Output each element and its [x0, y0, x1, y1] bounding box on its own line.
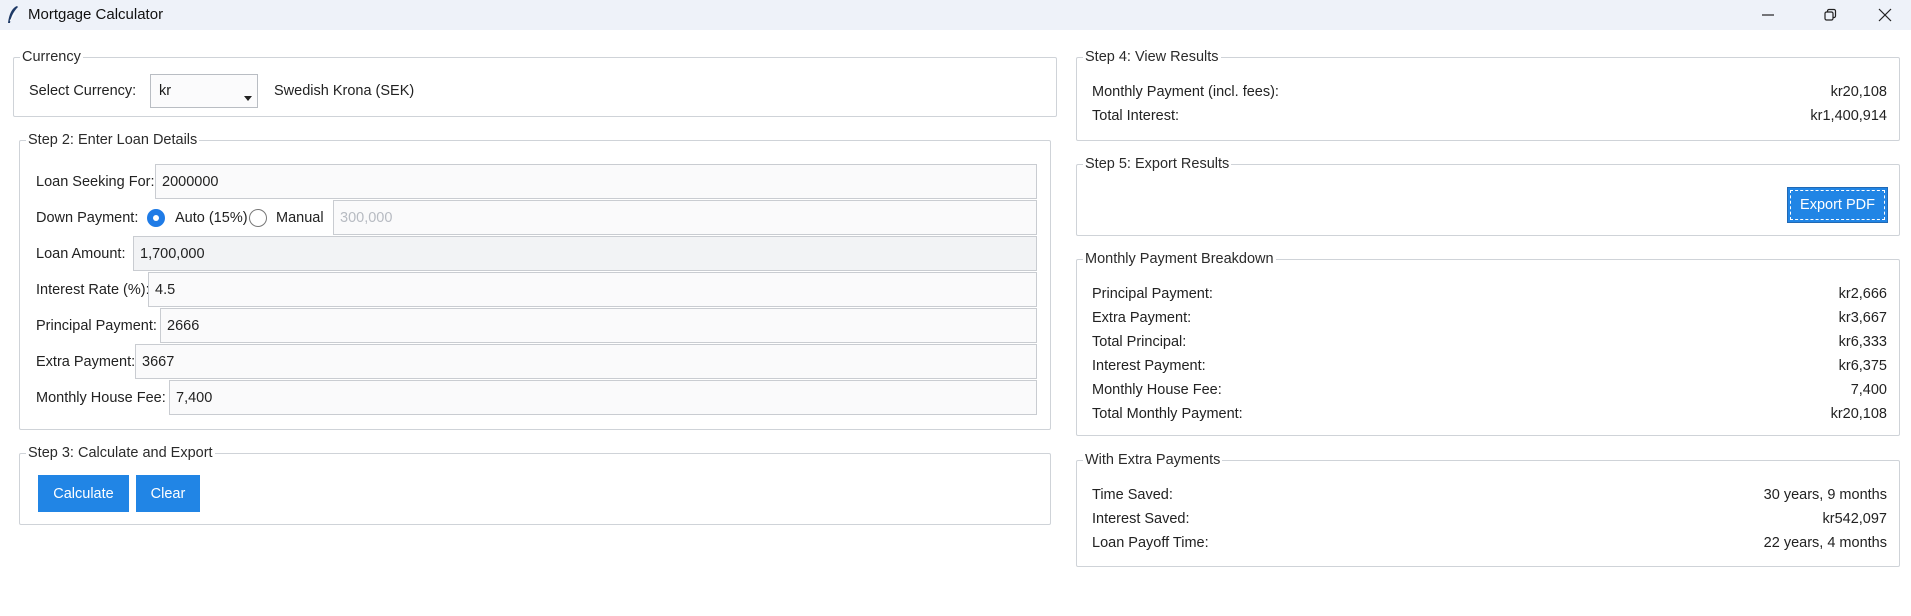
auto-radio-label: Auto (15%)	[175, 210, 248, 226]
restore-button[interactable]	[1802, 0, 1858, 30]
select-currency-label: Select Currency:	[29, 83, 137, 99]
total-monthly-row-value: kr20,108	[1830, 406, 1887, 422]
calculate-group: Step 3: Calculate and Export Calculate C…	[19, 444, 1051, 525]
loan-amount-field: 1,700,000	[133, 236, 1037, 271]
total-interest-label: Total Interest:	[1092, 108, 1180, 124]
chevron-down-icon	[244, 96, 252, 101]
results-group-label: Step 4: View Results	[1083, 48, 1221, 66]
monthly-payment-value: kr20,108	[1830, 84, 1887, 100]
principal-payment-row-label: Principal Payment:	[1092, 286, 1213, 302]
manual-radio[interactable]	[249, 209, 267, 227]
auto-radio[interactable]	[147, 209, 165, 227]
minimize-button[interactable]	[1740, 0, 1796, 30]
down-payment-label: Down Payment:	[36, 210, 139, 226]
principal-payment-input[interactable]: 2666	[160, 308, 1037, 343]
interest-saved-value: kr542,097	[1822, 511, 1888, 527]
interest-payment-row-value: kr6,375	[1838, 358, 1887, 374]
payoff-time-label: Loan Payoff Time:	[1092, 535, 1209, 551]
results-group: Step 4: View Results Monthly Payment (in…	[1076, 48, 1900, 141]
total-principal-row-label: Total Principal:	[1092, 334, 1187, 350]
loan-amount-label: Loan Amount:	[36, 246, 126, 262]
time-saved-label: Time Saved:	[1092, 487, 1173, 503]
interest-rate-input[interactable]: 4.5	[148, 272, 1037, 307]
currency-select[interactable]: kr	[150, 74, 258, 108]
calculate-button[interactable]: Calculate	[38, 475, 129, 512]
breakdown-group-label: Monthly Payment Breakdown	[1083, 250, 1276, 268]
monthly-house-fee-label: Monthly House Fee:	[36, 390, 166, 406]
window-title: Mortgage Calculator	[28, 6, 164, 23]
monthly-house-fee-input[interactable]: 7,400	[169, 380, 1037, 415]
manual-radio-label: Manual	[276, 210, 324, 226]
loan-seeking-input[interactable]: 2000000	[155, 164, 1037, 199]
clear-button[interactable]: Clear	[136, 475, 200, 512]
extra-payments-group-label: With Extra Payments	[1083, 451, 1223, 469]
restore-icon	[1824, 8, 1837, 21]
export-pdf-button[interactable]: Export PDF	[1787, 187, 1888, 223]
currency-group: Currency Select Currency: kr Swedish Kro…	[13, 48, 1057, 117]
loan-details-group-label: Step 2: Enter Loan Details	[26, 131, 200, 149]
extra-payment-input[interactable]: 3667	[135, 344, 1037, 379]
currency-name: Swedish Krona (SEK)	[274, 83, 415, 99]
currency-select-value: kr	[159, 83, 172, 99]
currency-group-label: Currency	[20, 48, 83, 66]
principal-payment-label: Principal Payment:	[36, 318, 157, 334]
close-icon	[1878, 8, 1892, 22]
calculate-group-label: Step 3: Calculate and Export	[26, 444, 215, 462]
breakdown-group: Monthly Payment Breakdown Principal Paym…	[1076, 250, 1900, 436]
export-group: Step 5: Export Results Export PDF	[1076, 155, 1900, 236]
extra-payments-group: With Extra Payments Time Saved: 30 years…	[1076, 451, 1900, 567]
down-payment-input[interactable]: 300,000	[333, 200, 1037, 235]
extra-payment-row-value: kr3,667	[1838, 310, 1887, 326]
total-interest-value: kr1,400,914	[1810, 108, 1887, 124]
time-saved-value: 30 years, 9 months	[1763, 487, 1887, 503]
interest-payment-row-label: Interest Payment:	[1092, 358, 1206, 374]
extra-payment-label: Extra Payment:	[36, 354, 136, 370]
total-principal-row-value: kr6,333	[1838, 334, 1887, 350]
total-monthly-row-label: Total Monthly Payment:	[1092, 406, 1243, 422]
extra-payment-row-label: Extra Payment:	[1092, 310, 1192, 326]
minimize-icon	[1762, 14, 1774, 16]
close-button[interactable]	[1857, 0, 1911, 30]
title-bar: Mortgage Calculator	[0, 0, 1911, 30]
loan-seeking-label: Loan Seeking For:	[36, 174, 155, 190]
export-group-label: Step 5: Export Results	[1083, 155, 1232, 173]
loan-details-group: Step 2: Enter Loan Details Loan Seeking …	[19, 131, 1051, 430]
house-fee-row-label: Monthly House Fee:	[1092, 382, 1222, 398]
interest-rate-label: Interest Rate (%):	[36, 282, 150, 298]
principal-payment-row-value: kr2,666	[1838, 286, 1887, 302]
interest-saved-label: Interest Saved:	[1092, 511, 1190, 527]
monthly-payment-label: Monthly Payment (incl. fees):	[1092, 84, 1279, 100]
payoff-time-value: 22 years, 4 months	[1763, 535, 1887, 551]
house-fee-row-value: 7,400	[1850, 382, 1887, 398]
feather-icon	[8, 6, 18, 23]
